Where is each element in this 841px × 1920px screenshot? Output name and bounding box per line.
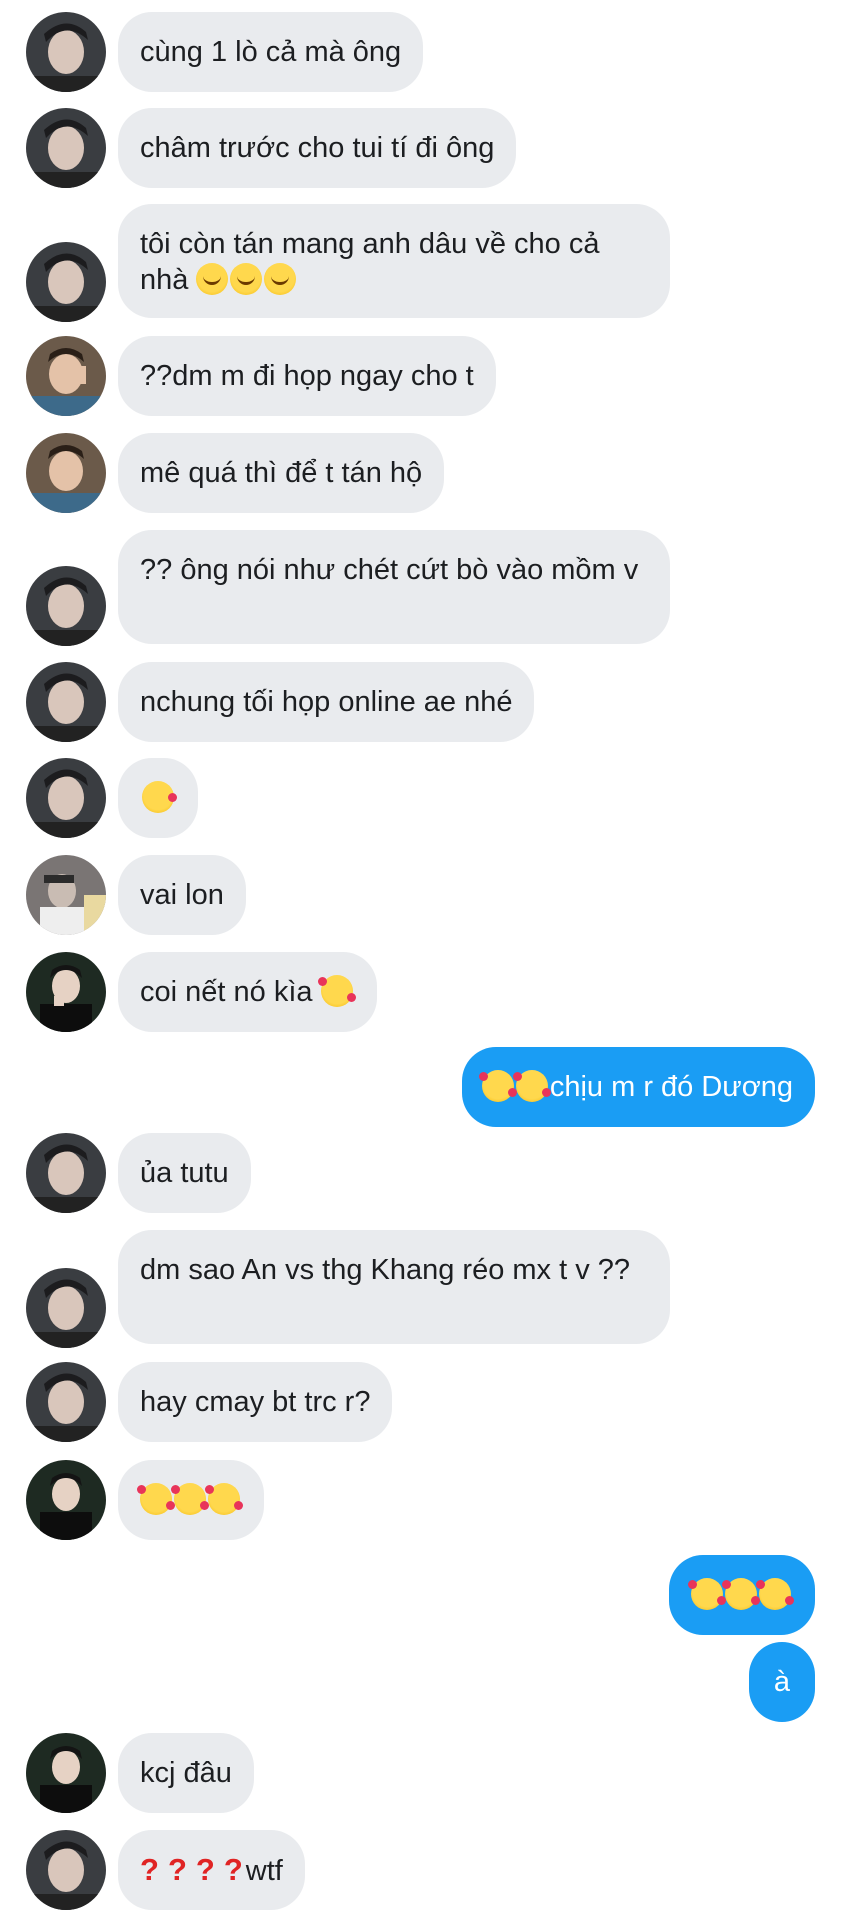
smiling-face-emoji [230, 263, 263, 295]
smiling-face-emoji [196, 263, 229, 295]
message-bubble[interactable]: dm sao An vs thg Khang réo mx t v ?? [118, 1230, 670, 1344]
avatar[interactable] [26, 242, 106, 322]
message-text: mê quá thì để t tán hộ [140, 457, 423, 489]
message-text: à [773, 1666, 791, 1698]
smiling-face-with-hearts-emoji [137, 1483, 175, 1515]
message-bubble[interactable]: châm trước cho tui tí đi ông [118, 108, 517, 188]
red-question-mark-emoji: ? [167, 1852, 187, 1887]
avatar-photo-icon [26, 1133, 106, 1213]
smiling-face-with-hearts-emoji [171, 1483, 209, 1515]
avatar-photo-icon [26, 1268, 106, 1348]
message-text: hay cmay bt trc r? [140, 1386, 371, 1418]
avatar[interactable] [26, 758, 106, 838]
message-text: kcj đâu [140, 1757, 232, 1789]
smiling-face-with-hearts-emoji [478, 1070, 517, 1102]
message-bubble[interactable]: mê quá thì để t tán hộ [118, 433, 445, 513]
smiling-face-with-hearts-emoji [688, 1578, 726, 1610]
avatar[interactable] [26, 108, 106, 188]
message-bubble-outgoing[interactable] [669, 1555, 815, 1635]
avatar[interactable] [26, 952, 106, 1032]
message-bubble[interactable] [118, 1460, 264, 1540]
avatar-photo-icon [26, 242, 106, 322]
red-question-mark-emoji: ? [195, 1852, 215, 1887]
message-bubble[interactable]: coi nết nó kìa [118, 952, 377, 1032]
avatar[interactable] [26, 1733, 106, 1813]
avatar[interactable] [26, 1133, 106, 1213]
message-bubble[interactable] [118, 758, 198, 838]
avatar-photo-icon [26, 855, 106, 935]
avatar-photo-icon [26, 662, 106, 742]
message-bubble[interactable]: hay cmay bt trc r? [118, 1362, 393, 1442]
message-bubble-outgoing[interactable]: chịu m r đó Dương [461, 1047, 815, 1127]
message-text: ủa tutu [140, 1157, 229, 1189]
red-question-mark-emoji: ? [223, 1852, 243, 1887]
smiling-face-with-hearts-emoji [317, 975, 356, 1007]
message-bubble-outgoing[interactable]: à [749, 1642, 815, 1722]
message-bubble[interactable]: ?? ông nói như chét cứt bò vào mồm v [118, 530, 670, 644]
message-text: wtf [245, 1855, 283, 1887]
avatar[interactable] [26, 1460, 106, 1540]
chat-thread: cùng 1 lò cả mà ông châm trước cho tui t… [0, 0, 841, 1920]
avatar[interactable] [26, 1362, 106, 1442]
avatar-photo-icon [26, 1830, 106, 1910]
avatar-photo-icon [26, 12, 106, 92]
message-bubble[interactable]: ??dm m đi họp ngay cho t [118, 336, 496, 416]
smiling-face-with-hearts-emoji [205, 1483, 243, 1515]
avatar[interactable] [26, 566, 106, 646]
message-bubble[interactable]: kcj đâu [118, 1733, 254, 1813]
avatar-photo-icon [26, 336, 106, 416]
message-text: coi nết nó kìa [140, 976, 313, 1008]
message-bubble[interactable]: ủa tutu [118, 1133, 251, 1213]
avatar[interactable] [26, 1268, 106, 1348]
message-bubble[interactable]: vai lon [118, 855, 246, 935]
avatar-photo-icon [26, 1733, 106, 1813]
avatar[interactable] [26, 662, 106, 742]
avatar-photo-icon [26, 1362, 106, 1442]
smiling-face-with-hearts-emoji [722, 1578, 760, 1610]
smiling-face-with-hearts-emoji [756, 1578, 794, 1610]
message-text: chịu m r đó Dương [549, 1071, 793, 1103]
red-question-mark-emoji: ? [140, 1852, 159, 1887]
avatar[interactable] [26, 855, 106, 935]
message-bubble[interactable]: nchung tối họp online ae nhé [118, 662, 535, 742]
message-text: châm trước cho tui tí đi ông [140, 132, 495, 164]
avatar-photo-icon [26, 1460, 106, 1540]
message-text: dm sao An vs thg Khang réo mx t v ?? [140, 1254, 631, 1286]
message-text: vai lon [140, 879, 224, 911]
smiling-face-emoji [264, 263, 297, 295]
message-text: ??dm m đi họp ngay cho t [140, 360, 474, 392]
message-bubble[interactable]: ???? wtf [118, 1830, 305, 1910]
avatar-photo-icon [26, 108, 106, 188]
smiling-face-with-hearts-emoji [512, 1070, 551, 1102]
avatar-photo-icon [26, 433, 106, 513]
message-text: ?? ông nói như chét cứt bò vào mồm v [140, 554, 639, 586]
avatar[interactable] [26, 433, 106, 513]
message-text: cùng 1 lò cả mà ông [140, 36, 402, 68]
avatar-photo-icon [26, 758, 106, 838]
avatar[interactable] [26, 1830, 106, 1910]
avatar-photo-icon [26, 566, 106, 646]
face-blowing-kiss-emoji [142, 781, 177, 813]
message-bubble[interactable]: tôi còn tán mang anh dâu về cho cả nhà [118, 204, 670, 318]
message-bubble[interactable]: cùng 1 lò cả mà ông [118, 12, 424, 92]
message-text: nchung tối họp online ae nhé [140, 686, 513, 718]
avatar[interactable] [26, 12, 106, 92]
avatar-photo-icon [26, 952, 106, 1032]
avatar[interactable] [26, 336, 106, 416]
